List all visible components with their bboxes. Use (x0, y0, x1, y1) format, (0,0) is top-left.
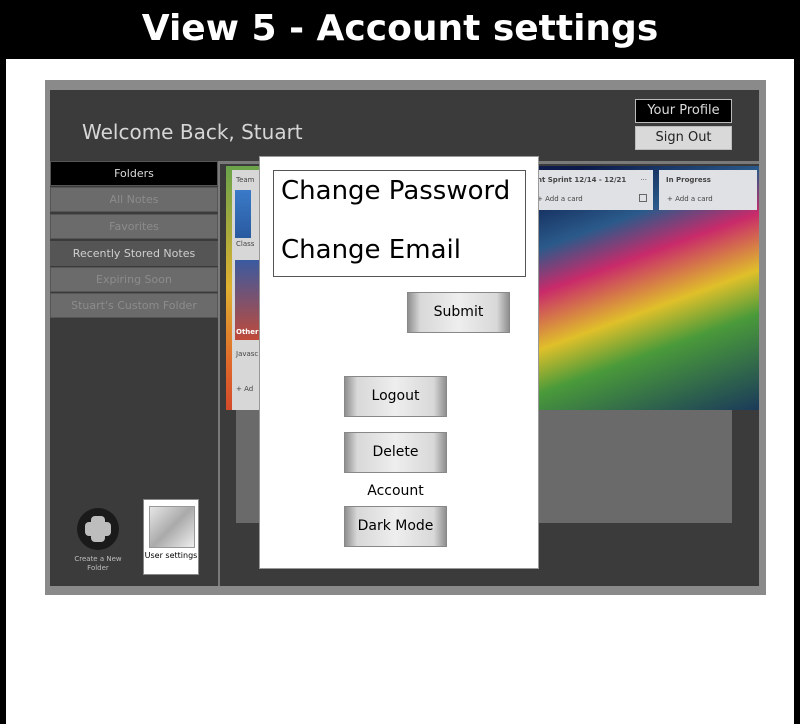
delete-account-button[interactable]: Delete Account (344, 432, 447, 499)
sidebar-item-all-notes[interactable]: All Notes (50, 187, 218, 212)
sidebar-folders-header[interactable]: Folders (50, 161, 218, 186)
dark-mode-button[interactable]: Dark Mode (344, 506, 447, 547)
add-card-progress[interactable]: + Add a card (667, 195, 713, 203)
sidebar-item-expiring-soon[interactable]: Expiring Soon (50, 267, 218, 292)
team-column: Team Class Other Javasc + Ad (232, 170, 259, 410)
sprint-column-title: nt Sprint 12/14 - 12/21 (537, 176, 627, 184)
page-title: View 5 - Account settings (0, 0, 800, 58)
class-label: Class (236, 240, 255, 248)
javascript-label: Javasc (236, 350, 259, 358)
user-settings-button[interactable]: User settings (143, 499, 199, 575)
sidebar-item-custom-folder[interactable]: Stuart's Custom Folder (50, 293, 218, 318)
logout-button[interactable]: Logout (344, 376, 447, 417)
create-folder-label: Create a New Folder (74, 555, 122, 572)
welcome-text: Welcome Back, Stuart (82, 120, 303, 144)
team-column-title: Team (236, 176, 255, 184)
other-label: Other (236, 328, 259, 336)
change-email-link[interactable]: Change Email (281, 235, 461, 265)
sidebar-item-favorites[interactable]: Favorites (50, 214, 218, 239)
sign-out-button[interactable]: Sign Out (635, 126, 732, 150)
change-password-link[interactable]: Change Password (281, 176, 510, 206)
copy-icon[interactable] (639, 194, 647, 202)
sidebar-item-recently-stored[interactable]: Recently Stored Notes (50, 241, 218, 266)
sprint-column: nt Sprint 12/14 - 12/21 ... + Add a card (531, 170, 653, 210)
your-profile-button[interactable]: Your Profile (635, 99, 732, 123)
in-progress-column: In Progress + Add a card (659, 170, 757, 210)
add-card-sprint[interactable]: + Add a card (537, 195, 583, 203)
card-image (235, 190, 251, 238)
user-settings-label: User settings (144, 551, 198, 560)
create-folder-button[interactable] (77, 508, 119, 550)
add-card-short[interactable]: + Ad (236, 385, 253, 393)
more-icon[interactable]: ... (640, 174, 647, 182)
settings-icon (149, 506, 195, 548)
in-progress-title: In Progress (666, 176, 711, 184)
submit-button[interactable]: Submit (407, 292, 510, 333)
